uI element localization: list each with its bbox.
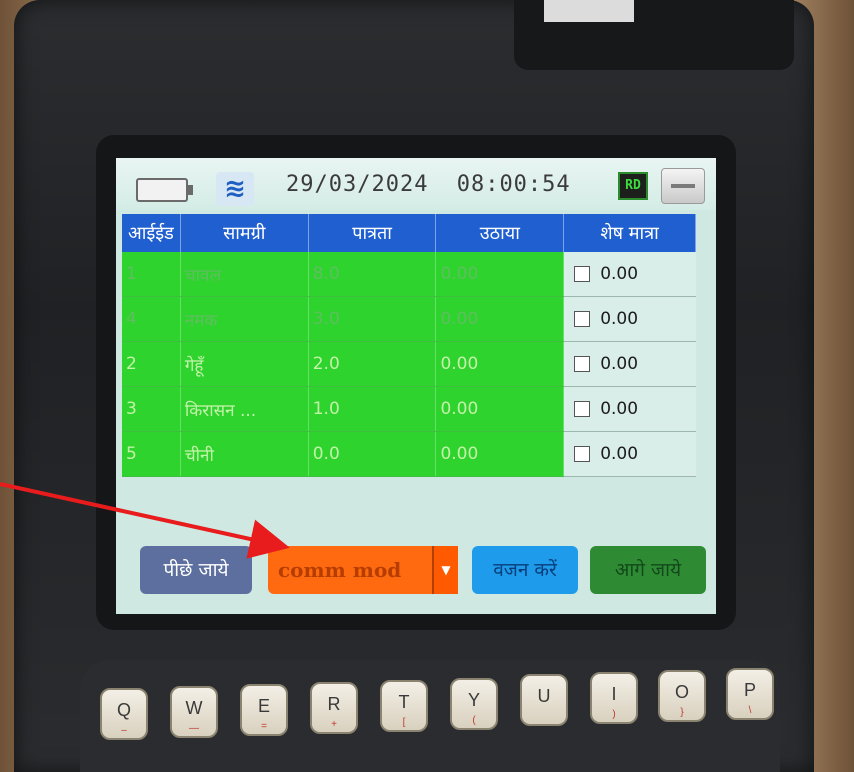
row-item: नमक bbox=[180, 296, 309, 342]
status-datetime: 29/03/2024 08:00:54 bbox=[286, 172, 571, 197]
row-remaining-cell: 0.00 bbox=[563, 296, 696, 342]
row-lifted: 0.00 bbox=[435, 386, 565, 432]
status-date: 29/03/2024 bbox=[286, 172, 429, 197]
table-row[interactable]: 4 नमक 3.0 0.00 0.00 bbox=[122, 296, 696, 342]
rd-badge: RD bbox=[618, 172, 648, 200]
row-checkbox[interactable] bbox=[574, 311, 591, 327]
minimize-button[interactable] bbox=[661, 168, 705, 204]
table-header-row: आईईड सामग्री पात्रता उठाया शेष मात्रा bbox=[122, 214, 696, 252]
wifi-icon: ≋ bbox=[216, 172, 254, 206]
row-remaining-cell: 0.00 bbox=[563, 252, 696, 297]
row-checkbox[interactable] bbox=[574, 356, 591, 372]
row-id: 1 bbox=[122, 252, 181, 297]
row-lifted: 0.00 bbox=[435, 341, 565, 387]
card-reader-slot bbox=[514, 0, 794, 70]
row-id: 4 bbox=[122, 296, 181, 342]
battery-icon bbox=[136, 178, 193, 202]
row-remaining: 0.00 bbox=[600, 309, 639, 329]
row-checkbox[interactable] bbox=[574, 446, 591, 462]
status-bar: ≋ 29/03/2024 08:00:54 RD bbox=[116, 158, 716, 210]
key-r[interactable]: R + bbox=[310, 682, 358, 734]
table-row[interactable]: 5 चीनी 0.0 0.00 0.00 bbox=[122, 431, 696, 477]
row-eligibility: 1.0 bbox=[308, 386, 437, 432]
key-w[interactable]: W — bbox=[170, 686, 218, 738]
column-header-remaining: शेष मात्रा bbox=[563, 214, 696, 252]
row-eligibility: 2.0 bbox=[308, 341, 437, 387]
row-item: गेहूँ bbox=[180, 341, 309, 387]
row-lifted: 0.00 bbox=[435, 252, 565, 297]
row-item: किरासन ... bbox=[180, 386, 309, 432]
row-item: चावल bbox=[180, 252, 309, 297]
row-id: 5 bbox=[122, 431, 181, 477]
row-remaining-cell: 0.00 bbox=[563, 431, 696, 477]
column-header-id: आईईड bbox=[122, 214, 181, 252]
row-remaining-cell: 0.00 bbox=[563, 341, 696, 387]
row-remaining: 0.00 bbox=[600, 444, 639, 464]
table-row[interactable]: 3 किरासन ... 1.0 0.00 0.00 bbox=[122, 386, 696, 432]
status-time: 08:00:54 bbox=[456, 172, 571, 197]
key-e[interactable]: E = bbox=[240, 684, 288, 736]
key-o[interactable]: O} bbox=[658, 670, 706, 722]
key-q[interactable]: Q – bbox=[100, 688, 148, 740]
row-eligibility: 8.0 bbox=[308, 252, 437, 297]
key-u[interactable]: U bbox=[520, 674, 568, 726]
chevron-down-icon[interactable]: ▼ bbox=[432, 546, 458, 594]
row-lifted: 0.00 bbox=[435, 296, 565, 342]
table-row[interactable]: 2 गेहूँ 2.0 0.00 0.00 bbox=[122, 341, 696, 387]
column-header-lifted: उठाया bbox=[435, 214, 565, 252]
ration-table: आईईड सामग्री पात्रता उठाया शेष मात्रा 1 … bbox=[122, 214, 696, 477]
key-i[interactable]: I) bbox=[590, 672, 638, 724]
column-header-item: सामग्री bbox=[180, 214, 309, 252]
weigh-button[interactable]: वजन करें bbox=[472, 546, 578, 594]
row-remaining: 0.00 bbox=[600, 354, 639, 374]
next-button[interactable]: आगे जाये bbox=[590, 546, 706, 594]
row-lifted: 0.00 bbox=[435, 431, 565, 477]
column-header-eligibility: पात्रता bbox=[308, 214, 437, 252]
table-row[interactable]: 1 चावल 8.0 0.00 0.00 bbox=[122, 252, 696, 297]
device-screen: ≋ 29/03/2024 08:00:54 RD आईईड सामग्री पा… bbox=[116, 158, 716, 614]
card-reader-window bbox=[544, 0, 634, 22]
row-eligibility: 3.0 bbox=[308, 296, 437, 342]
row-id: 3 bbox=[122, 386, 181, 432]
row-checkbox[interactable] bbox=[574, 401, 591, 417]
key-y[interactable]: Y( bbox=[450, 678, 498, 730]
comm-mode-dropdown[interactable]: comm mod ▼ bbox=[268, 546, 458, 594]
row-checkbox[interactable] bbox=[574, 266, 591, 282]
back-button[interactable]: पीछे जाये bbox=[140, 546, 252, 594]
key-p[interactable]: P \ bbox=[726, 668, 774, 720]
row-remaining-cell: 0.00 bbox=[563, 386, 696, 432]
row-remaining: 0.00 bbox=[600, 264, 639, 284]
row-item: चीनी bbox=[180, 431, 309, 477]
hardware-keyboard: Q – W — E = R + T[ Y( U I) O} P \ bbox=[80, 660, 780, 772]
key-t[interactable]: T[ bbox=[380, 680, 428, 732]
row-eligibility: 0.0 bbox=[308, 431, 437, 477]
row-remaining: 0.00 bbox=[600, 399, 639, 419]
row-id: 2 bbox=[122, 341, 181, 387]
comm-mode-label: comm mod bbox=[278, 558, 402, 582]
